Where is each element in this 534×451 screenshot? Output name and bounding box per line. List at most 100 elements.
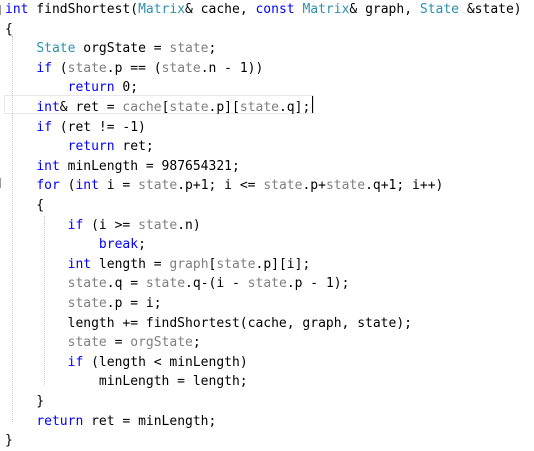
code-token: ( bbox=[59, 178, 76, 194]
code-token: if bbox=[67, 354, 84, 370]
code-token: return bbox=[36, 413, 84, 429]
code-token: int bbox=[36, 100, 60, 115]
code-token: if bbox=[36, 119, 52, 135]
code-line: if (i >= state.n) bbox=[5, 216, 201, 236]
code-token: graph bbox=[169, 256, 209, 272]
code-line: if (state.p == (state.n - 1)) bbox=[5, 59, 263, 79]
code-line: break; bbox=[5, 235, 146, 255]
code-token: Matrix bbox=[138, 2, 186, 17]
code-token: .p+1; i <= bbox=[177, 178, 264, 194]
code-token: .n - 1)) bbox=[200, 60, 264, 76]
code-token: .q = bbox=[106, 276, 146, 292]
code-token: int bbox=[5, 2, 29, 17]
code-token: ret = minLength; bbox=[83, 413, 217, 429]
code-token: if bbox=[36, 60, 52, 76]
code-token: .q]; bbox=[278, 100, 311, 115]
code-token: .n) bbox=[177, 217, 201, 233]
code-token: break bbox=[98, 237, 139, 253]
code-line: state = orgState; bbox=[5, 333, 201, 353]
code-line: if (ret != -1) bbox=[5, 118, 146, 138]
code-line: length += findShortest(cache, graph, sta… bbox=[5, 314, 412, 334]
code-token: } bbox=[5, 433, 13, 449]
code-token: int bbox=[67, 256, 92, 272]
code-line: { bbox=[5, 196, 44, 216]
code-token: ; bbox=[192, 335, 201, 351]
code-token: & graph, bbox=[349, 2, 420, 17]
code-token: int bbox=[36, 158, 60, 174]
code-token: (i >= bbox=[83, 217, 139, 233]
code-token: orgState bbox=[130, 335, 193, 351]
code-line: int& ret = cache[state.p][state.q]; bbox=[5, 98, 310, 118]
code-token: if bbox=[67, 217, 84, 233]
fold-marker[interactable] bbox=[0, 178, 4, 188]
code-token: length = bbox=[91, 256, 170, 272]
code-token: state bbox=[169, 41, 209, 57]
text-caret bbox=[312, 96, 313, 113]
code-token: & ret = bbox=[59, 100, 123, 115]
code-token: .q-(i - bbox=[185, 276, 248, 292]
code-line: { bbox=[5, 20, 13, 40]
code-token: orgState = bbox=[75, 41, 170, 57]
code-token: (length < minLength) bbox=[83, 354, 248, 370]
fold-marker[interactable] bbox=[0, 5, 4, 15]
code-token: state bbox=[67, 335, 107, 351]
code-token: .p][i]; bbox=[255, 256, 311, 272]
code-token: state bbox=[325, 178, 366, 194]
code-token: state bbox=[216, 256, 256, 272]
code-token: } bbox=[5, 394, 45, 409]
code-line: state.p = i; bbox=[5, 294, 162, 314]
code-token: State bbox=[419, 2, 460, 17]
code-token: .p = i; bbox=[106, 296, 162, 311]
code-line: int length = graph[state.p][i]; bbox=[5, 255, 311, 275]
editor-gutter bbox=[0, 0, 4, 443]
code-token: .p+ bbox=[302, 178, 326, 194]
code-line: return 0; bbox=[5, 78, 138, 98]
code-token: State bbox=[36, 41, 76, 57]
code-token: ( bbox=[51, 60, 68, 76]
code-token: ret; bbox=[114, 139, 154, 155]
code-token: minLength = length; bbox=[5, 374, 248, 390]
code-line: if (length < minLength) bbox=[5, 353, 248, 373]
code-token: state bbox=[239, 100, 279, 115]
code-token: (ret != -1) bbox=[51, 119, 146, 135]
code-token: state bbox=[263, 178, 303, 194]
code-token: minLength = 987654321; bbox=[59, 158, 240, 174]
code-token: return bbox=[67, 80, 115, 96]
code-token: state bbox=[247, 276, 287, 292]
code-token: for bbox=[36, 178, 60, 194]
code-token: length += findShortest(cache, graph, sta… bbox=[5, 315, 412, 331]
code-editor[interactable]: int findShortest(Matrix& cache, const Ma… bbox=[0, 0, 534, 448]
code-token: const bbox=[255, 2, 295, 17]
code-token: state bbox=[169, 100, 209, 115]
code-token: = bbox=[106, 335, 131, 351]
code-token: state bbox=[138, 178, 178, 194]
code-token: .p == ( bbox=[106, 60, 162, 76]
code-token: { bbox=[5, 21, 13, 37]
code-token: ; bbox=[208, 41, 217, 57]
code-token: & cache, bbox=[185, 2, 256, 17]
code-token: .p][ bbox=[208, 100, 240, 115]
code-line: int minLength = 987654321; bbox=[5, 157, 240, 177]
code-line: State orgState = state; bbox=[5, 39, 216, 59]
code-line: return ret = minLength; bbox=[5, 412, 216, 432]
code-token: cache bbox=[122, 100, 162, 115]
code-token: state bbox=[161, 60, 201, 76]
code-line: } bbox=[5, 431, 13, 451]
code-line: state.q = state.q-(i - state.p - 1); bbox=[5, 274, 350, 294]
code-token: return bbox=[67, 139, 115, 155]
code-token: int bbox=[75, 178, 99, 194]
code-token: state bbox=[138, 217, 178, 233]
code-line: return ret; bbox=[5, 137, 154, 157]
